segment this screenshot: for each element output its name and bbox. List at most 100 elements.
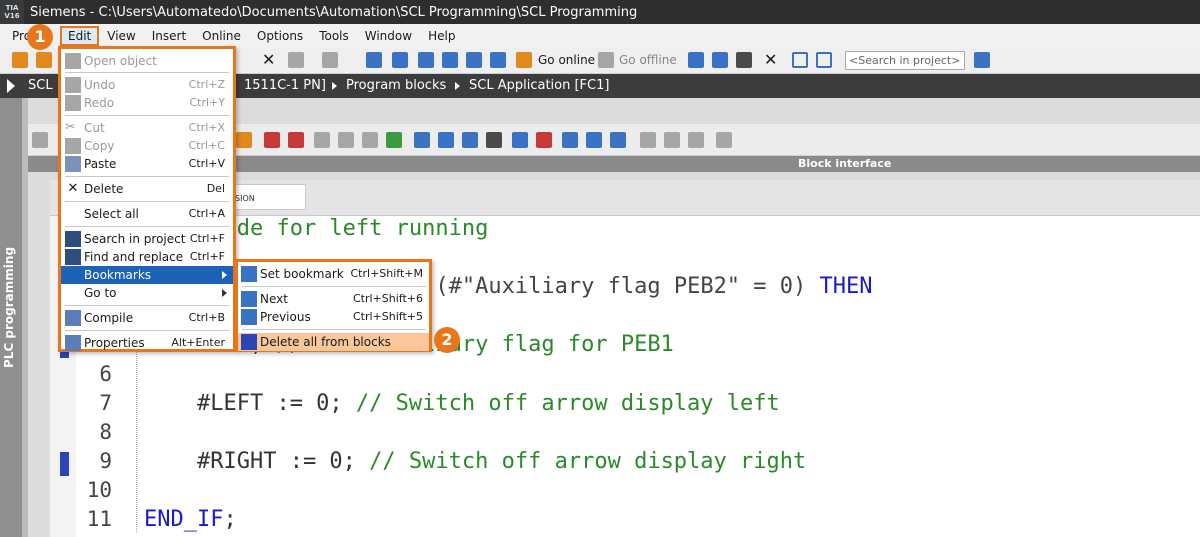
code-line[interactable]: 10 (76, 478, 1200, 507)
menu-item-label: Cut (84, 121, 105, 135)
edit-menu-item-undo[interactable]: Undo Ctrl+Z (61, 76, 233, 94)
compile-toolbar-icon[interactable] (366, 52, 382, 68)
bookmark-marker[interactable] (60, 452, 69, 476)
menu-insert[interactable]: Insert (144, 26, 194, 46)
edit-menu-item-paste[interactable]: Paste Ctrl+V (61, 155, 233, 173)
editor-tool-icon[interactable] (32, 132, 48, 148)
edit-menu-item-properties[interactable]: Properties Alt+Enter (61, 334, 233, 352)
indent-icon[interactable] (414, 132, 430, 148)
code-line[interactable]: 11 END_IF; (76, 507, 1200, 536)
open-project-icon[interactable] (36, 52, 52, 68)
editor-tool-icon[interactable] (338, 132, 354, 148)
edit-menu-item-open-object[interactable]: Open object (61, 52, 233, 70)
outdent-icon[interactable] (438, 132, 454, 148)
delete-bookmarks-icon (241, 334, 257, 350)
edit-menu-item-find-and-replace[interactable]: Find and replace Ctrl+F (61, 248, 233, 266)
edit-menu-item-search-in-project[interactable]: Search in project Ctrl+F (61, 230, 233, 248)
monitoring-icon[interactable] (640, 132, 656, 148)
breadcrumb-program-blocks[interactable]: Program blocks (346, 78, 446, 93)
accessible-devices-icon[interactable] (688, 52, 704, 68)
menu-window[interactable]: Window (357, 26, 420, 46)
download-device-icon[interactable] (418, 52, 434, 68)
download-toolbar-icon[interactable] (392, 52, 408, 68)
editor-tool-icon[interactable] (486, 132, 502, 148)
bookmarks-item-previous[interactable]: Previous Ctrl+Shift+5 (238, 308, 429, 326)
code-line[interactable]: 8 (76, 420, 1200, 449)
menu-separator (65, 72, 229, 73)
compile-icon (65, 310, 81, 326)
go-offline-button[interactable]: Go offline (619, 53, 677, 67)
edit-menu-item-redo[interactable]: Redo Ctrl+Y (61, 94, 233, 112)
edit-menu-item-delete[interactable]: ✕ Delete Del (61, 180, 233, 198)
bookmarks-item-delete-all-from-blocks[interactable]: Delete all from blocks (238, 333, 429, 351)
code-line[interactable]: 7 #LEFT := 0; // Switch off arrow displa… (76, 391, 1200, 420)
stop-cpu-icon[interactable] (736, 52, 752, 68)
menu-edit[interactable]: Edit (60, 26, 100, 46)
editor-tool-icon[interactable] (264, 132, 280, 148)
editor-tool-icon[interactable] (716, 132, 732, 148)
split-vertical-icon[interactable] (816, 52, 832, 68)
edit-menu-item-cut[interactable]: ✂ Cut Ctrl+X (61, 119, 233, 137)
go-offline-icon[interactable] (598, 52, 614, 68)
breadcrumb-project[interactable]: SCL (28, 78, 53, 93)
expand-project-tree-icon[interactable] (7, 79, 15, 93)
code-line[interactable]: 9 #RIGHT := 0; // Switch off arrow displ… (76, 449, 1200, 478)
delete-toolbar-icon[interactable]: ✕ (262, 50, 278, 69)
bookmarks-item-set-bookmark[interactable]: Set bookmark Ctrl+Shift+M (238, 265, 429, 283)
start-cpu-icon[interactable] (712, 52, 728, 68)
next-bookmark-toolbar-icon[interactable] (586, 132, 602, 148)
code-line[interactable]: gram code for left running (76, 216, 1200, 245)
close-editor-icon[interactable]: ✕ (764, 50, 780, 69)
editor-tool-icon[interactable] (688, 132, 704, 148)
code-line[interactable]: 6 (76, 362, 1200, 391)
set-bookmark-toolbar-icon[interactable] (562, 132, 578, 148)
start-simulation-icon[interactable] (466, 52, 482, 68)
editor-tool-icon[interactable] (536, 132, 552, 148)
upload-device-icon[interactable] (442, 52, 458, 68)
editor-tool-icon[interactable] (362, 132, 378, 148)
insert-bookmark-toolbar-icon[interactable] (236, 132, 252, 148)
previous-bookmark-icon (241, 309, 257, 325)
menu-item-label: Open object (84, 54, 157, 68)
editor-tool-icon[interactable] (512, 132, 528, 148)
editor-tool-icon[interactable] (664, 132, 680, 148)
editor-tool-icon[interactable] (462, 132, 478, 148)
tia-portal-logo: TIA V16 (0, 0, 24, 24)
editor-tool-icon[interactable] (386, 132, 402, 148)
menu-options[interactable]: Options (249, 26, 311, 46)
undo-toolbar-icon[interactable] (288, 52, 304, 68)
edit-menu-item-select-all[interactable]: Select all Ctrl+A (61, 205, 233, 223)
breadcrumb-block[interactable]: SCL Application [FC1] (469, 78, 609, 93)
editor-tool-icon[interactable] (288, 132, 304, 148)
edit-menu-item-go-to[interactable]: Go to (61, 284, 233, 302)
new-project-icon[interactable] (12, 52, 28, 68)
go-online-button[interactable]: Go online (538, 53, 595, 67)
menu-tools[interactable]: Tools (311, 26, 357, 46)
code-region-tab[interactable]: SION (230, 184, 306, 210)
previous-bookmark-toolbar-icon[interactable] (610, 132, 626, 148)
bookmarks-item-next[interactable]: Next Ctrl+Shift+6 (238, 290, 429, 308)
search-go-icon[interactable] (974, 52, 990, 68)
menu-view[interactable]: View (99, 26, 143, 46)
go-online-icon[interactable] (516, 52, 532, 68)
menu-help[interactable]: Help (420, 26, 463, 46)
menu-item-label: Copy (84, 139, 115, 153)
start-runtime-icon[interactable] (490, 52, 506, 68)
menu-separator (65, 115, 229, 116)
split-horizontal-icon[interactable] (792, 52, 808, 68)
code-comment: // Switch off arrow display left (355, 391, 780, 416)
menu-online[interactable]: Online (194, 26, 249, 46)
code-token: ; (223, 507, 237, 532)
breadcrumb-device[interactable]: 1511C-1 PN] (244, 78, 326, 93)
search-in-project-input[interactable]: <Search in project> (845, 51, 965, 70)
binoculars-icon (65, 231, 81, 247)
menu-item-label: Paste (84, 157, 117, 171)
code-keyword: END_IF (144, 507, 224, 532)
edit-menu-item-copy[interactable]: Copy Ctrl+C (61, 137, 233, 155)
menu-item-shortcut: Ctrl+V (188, 157, 225, 170)
edit-menu-item-bookmarks[interactable]: Bookmarks (61, 266, 233, 284)
edit-menu-item-compile[interactable]: Compile Ctrl+B (61, 309, 233, 327)
editor-tool-icon[interactable] (314, 132, 330, 148)
redo-toolbar-icon[interactable] (322, 52, 338, 68)
plc-programming-tab[interactable]: PLC programming (0, 98, 22, 537)
